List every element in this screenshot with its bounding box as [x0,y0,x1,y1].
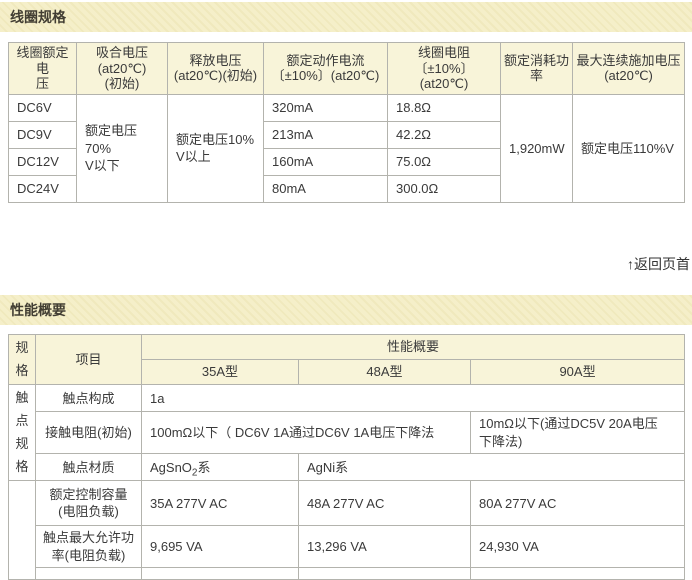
table-row-contact-material: 触点材质 AgSnO2系 AgNi系 [9,454,685,481]
back-to-top-link[interactable]: ↑返回页首 [627,256,690,272]
coil-spec-section-title: 线圈规格 [10,9,66,25]
cell-resistance-dc24v: 300.0Ω [388,175,501,202]
cell-resistance-dc6v: 18.8Ω [388,94,501,121]
performance-section-title: 性能概要 [10,302,66,318]
spec-header-label: 规格 [15,337,30,383]
col-header-operating-current: 额定动作电流 〔±10%〕(at20℃) [264,43,388,95]
table-row: DC6V 额定电压70% V以下 额定电压10% V以上 320mA 18.8Ω… [9,94,685,121]
row-label-clipped [36,568,142,580]
cell-resistance-dc12v: 75.0Ω [388,148,501,175]
cell-clipped-48 [299,568,471,580]
performance-section-header: 性能概要 [0,295,692,325]
cell-max-power-35: 9,695 VA [142,526,299,568]
col-header-pickup-voltage: 吸合电压 (at20℃) (初始) [77,43,168,95]
col-header-spec: 规格 [9,334,36,385]
col-header-type-48a: 48A型 [299,360,471,385]
cell-contact-resistance-90: 10mΩ以下(通过DC5V 20A电压 下降法) [471,412,685,454]
cell-rated-capacity-90: 80A 277V AC [471,481,685,526]
col-header-performance-summary: 性能概要 [142,334,685,359]
col-header-item: 项目 [36,334,142,385]
cell-dropout-voltage: 额定电压10% V以上 [168,94,264,202]
spec-group-contact-label: 触点规格 [15,387,30,478]
cell-max-applied-voltage: 额定电压110%V [573,94,685,202]
coil-spec-section-header: 线圈规格 [0,2,692,32]
cell-voltage-dc24v: DC24V [9,175,77,202]
col-header-type-35a: 35A型 [142,360,299,385]
cell-max-power-48: 13,296 VA [299,526,471,568]
coil-table-header-row: 线圈额定电 压 吸合电压 (at20℃) (初始) 释放电压 (at20℃)(初… [9,43,685,95]
spec-group-continued [9,481,36,580]
performance-table: 规格 项目 性能概要 35A型 48A型 90A型 触点规格 触点构成 1a 接… [8,334,685,580]
cell-resistance-dc9v: 42.2Ω [388,121,501,148]
table-row-contact-resistance: 接触电阻(初始) 100mΩ以下（ DC6V 1A通过DC6V 1A电压下降法 … [9,412,685,454]
cell-rated-capacity-48: 48A 277V AC [299,481,471,526]
coil-spec-table: 线圈额定电 压 吸合电压 (at20℃) (初始) 释放电压 (at20℃)(初… [8,42,685,203]
cell-power-consumption: 1,920mW [501,94,573,202]
cell-rated-capacity-35: 35A 277V AC [142,481,299,526]
performance-header-row-1: 规格 项目 性能概要 [9,334,685,359]
cell-voltage-dc12v: DC12V [9,148,77,175]
col-header-coil-resistance: 线圈电阻 〔±10%〕 (at20℃) [388,43,501,95]
table-row-contact-arrangement: 触点规格 触点构成 1a [9,385,685,412]
cell-voltage-dc9v: DC9V [9,121,77,148]
col-header-max-applied-voltage: 最大连续施加电压 (at20℃) [573,43,685,95]
row-label-rated-capacity: 额定控制容量 (电阻负载) [36,481,142,526]
material-prefix: AgSnO [150,460,192,475]
cell-contact-resistance-35-48: 100mΩ以下（ DC6V 1A通过DC6V 1A电压下降法 [142,412,471,454]
cell-clipped-35 [142,568,299,580]
cell-clipped-90 [471,568,685,580]
material-suffix: 系 [197,460,210,475]
cell-max-power-90: 24,930 VA [471,526,685,568]
cell-current-dc9v: 213mA [264,121,388,148]
table-row-clipped [9,568,685,580]
cell-current-dc12v: 160mA [264,148,388,175]
cell-contact-material-48-90: AgNi系 [299,454,685,481]
spec-group-contact: 触点规格 [9,385,36,481]
row-label-contact-resistance: 接触电阻(初始) [36,412,142,454]
col-header-type-90a: 90A型 [471,360,685,385]
cell-current-dc24v: 80mA [264,175,388,202]
cell-current-dc6v: 320mA [264,94,388,121]
col-header-coil-rated-voltage: 线圈额定电 压 [9,43,77,95]
table-row-rated-capacity: 额定控制容量 (电阻负载) 35A 277V AC 48A 277V AC 80… [9,481,685,526]
back-to-top-container: ↑返回页首 [0,254,690,271]
table-row-max-power: 触点最大允许功 率(电阻负载) 9,695 VA 13,296 VA 24,93… [9,526,685,568]
cell-pickup-voltage: 额定电压70% V以下 [77,94,168,202]
cell-contact-arrangement: 1a [142,385,685,412]
col-header-power-consumption: 额定消耗功 率 [501,43,573,95]
row-label-max-power: 触点最大允许功 率(电阻负载) [36,526,142,568]
cell-contact-material-35: AgSnO2系 [142,454,299,481]
cell-voltage-dc6v: DC6V [9,94,77,121]
col-header-dropout-voltage: 释放电压 (at20℃)(初始) [168,43,264,95]
row-label-contact-arrangement: 触点构成 [36,385,142,412]
row-label-contact-material: 触点材质 [36,454,142,481]
